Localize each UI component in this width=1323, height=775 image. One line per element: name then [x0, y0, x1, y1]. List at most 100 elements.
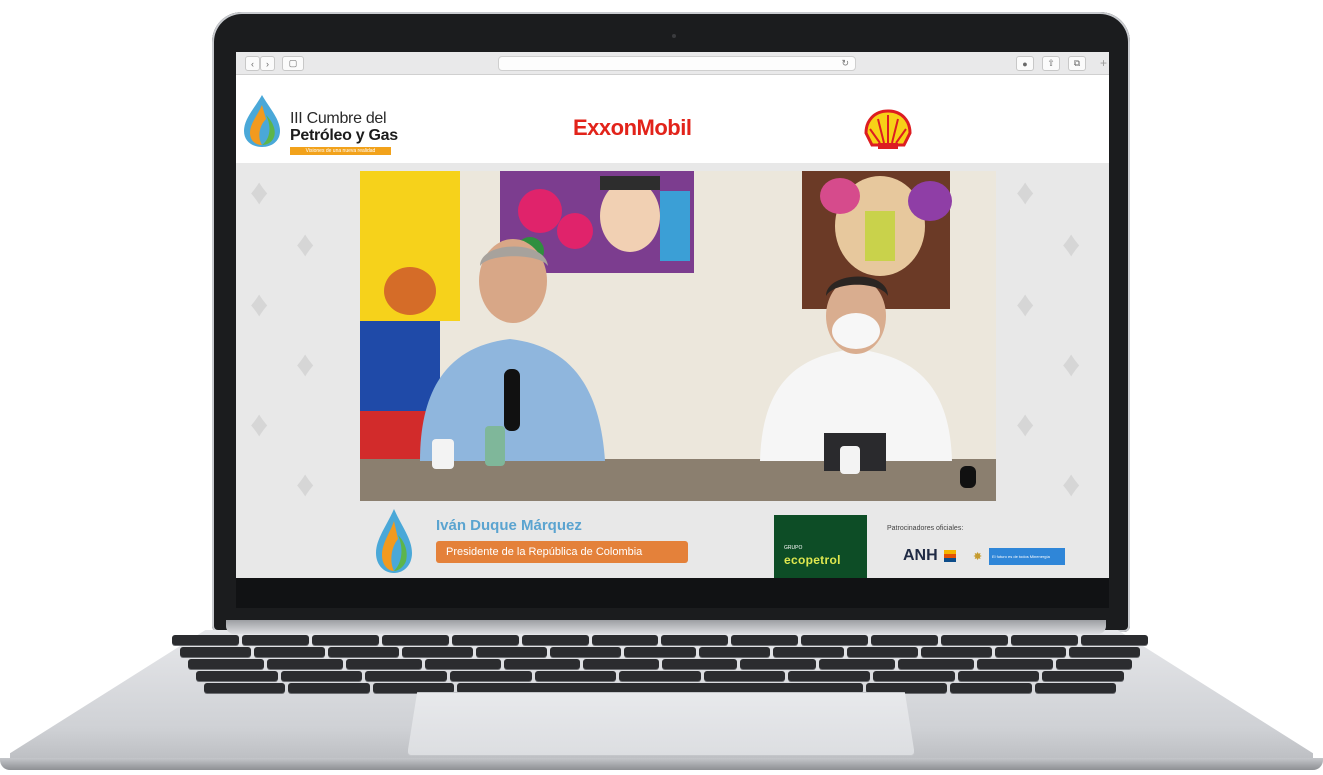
key: [582, 659, 659, 669]
key: [402, 647, 474, 657]
download-glyph: ●: [1022, 58, 1028, 69]
new-tab-button[interactable]: +: [1100, 56, 1107, 70]
key: [772, 647, 844, 657]
key: [950, 683, 1032, 693]
ecopetrol-logo: GRUPO ecopetrol: [774, 515, 867, 578]
key-row: [188, 659, 1133, 669]
address-bar[interactable]: ↻: [498, 56, 856, 71]
key: [534, 671, 617, 681]
key: [873, 671, 955, 681]
key: [1056, 659, 1133, 669]
chevron-right-icon[interactable]: ›: [260, 56, 275, 71]
exxonmobil-logo: ExxonMobil: [573, 115, 692, 140]
chevron-left-icon[interactable]: ‹: [245, 56, 260, 71]
key: [254, 647, 326, 657]
key: [172, 635, 239, 645]
key: [381, 635, 449, 645]
key-row: [204, 683, 1116, 693]
tabs-icon[interactable]: ⧉: [1068, 56, 1086, 71]
key: [731, 635, 799, 645]
key: [801, 635, 869, 645]
reload-icon[interactable]: ↻: [841, 57, 849, 70]
sidebar-glyph: ▢: [288, 58, 298, 68]
key: [920, 647, 992, 657]
flame-pattern-icon: ♦: [1062, 463, 1081, 504]
flame-pattern-icon: ♦: [296, 463, 315, 504]
laptop-front-edge: [0, 758, 1323, 770]
minenergia-logo: El futuro es de todos Minenergía: [989, 548, 1065, 565]
key: [619, 671, 701, 681]
key: [365, 671, 447, 681]
flame-pattern-icon: ♦: [250, 403, 269, 444]
speaker-role: Presidente de la República de Colombia: [436, 541, 688, 563]
key: [624, 647, 696, 657]
anh-logo: ANH: [903, 547, 938, 564]
key: [476, 647, 548, 657]
key: [196, 671, 278, 681]
key: [788, 671, 871, 681]
sidebar-icon[interactable]: ▢: [282, 56, 304, 71]
key: [994, 647, 1066, 657]
ecopetrol-text: ecopetrol: [784, 553, 841, 567]
key: [898, 659, 975, 669]
key: [1011, 635, 1078, 645]
event-title-line2: Petróleo y Gas: [290, 127, 398, 144]
key-row: [196, 671, 1125, 681]
key: [1042, 671, 1125, 681]
key: [698, 647, 770, 657]
key: [280, 671, 363, 681]
trackpad: [407, 692, 915, 756]
key: [977, 659, 1054, 669]
flame-pattern-icon: ♦: [1016, 283, 1035, 324]
key: [1080, 635, 1148, 645]
laptop-hinge: [226, 620, 1106, 634]
key: [503, 659, 580, 669]
share-icon[interactable]: ⇧: [1042, 56, 1060, 71]
key: [941, 635, 1009, 645]
key: [188, 659, 264, 669]
event-title-line1: III Cumbre del: [290, 110, 387, 127]
key: [345, 659, 422, 669]
official-sponsors-label: Patrocinadores oficiales:: [887, 525, 964, 532]
key: [957, 671, 1040, 681]
webcam: [672, 34, 676, 38]
flame-pattern-icon: ♦: [250, 283, 269, 324]
cumbre-logo-icon: [244, 95, 280, 147]
key: [661, 659, 738, 669]
key: [703, 671, 786, 681]
key: [288, 683, 370, 693]
laptop-screen: ‹ › ▢ ↻ ● ⇧ ⧉ + III Cumbre del Petróleo …: [236, 52, 1109, 578]
key: [424, 659, 501, 669]
event-header: III Cumbre del Petróleo y Gas Visiones d…: [236, 75, 1109, 163]
key: [871, 635, 939, 645]
speaker-name: Iván Duque Márquez: [436, 517, 582, 534]
key: [241, 635, 309, 645]
flame-pattern-icon: ♦: [1016, 171, 1035, 212]
cumbre-small-logo-icon: [376, 509, 412, 573]
key: [1034, 683, 1116, 693]
key: [266, 659, 343, 669]
back-glyph: ‹: [251, 58, 254, 69]
key: [521, 635, 589, 645]
flame-pattern-icon: ♦: [1016, 403, 1035, 444]
colombia-crest-icon: ✸: [973, 551, 983, 563]
key: [550, 647, 622, 657]
key: [328, 647, 400, 657]
anh-flag-icon: [944, 550, 956, 562]
key-row: [180, 647, 1141, 657]
flame-pattern-icon: ♦: [296, 223, 315, 264]
flame-pattern-icon: ♦: [1062, 223, 1081, 264]
key: [1068, 647, 1141, 657]
key: [204, 683, 286, 693]
flame-pattern-icon: ♦: [1062, 343, 1081, 384]
ecopetrol-small-text: GRUPO: [784, 545, 803, 551]
tabs-glyph: ⧉: [1073, 58, 1081, 68]
key: [866, 683, 948, 693]
download-icon[interactable]: ●: [1016, 56, 1034, 71]
key-row: [172, 635, 1148, 645]
video-feed: [360, 171, 996, 501]
key: [449, 671, 532, 681]
key: [591, 635, 659, 645]
shell-logo-icon: [864, 109, 912, 149]
key: [451, 635, 519, 645]
